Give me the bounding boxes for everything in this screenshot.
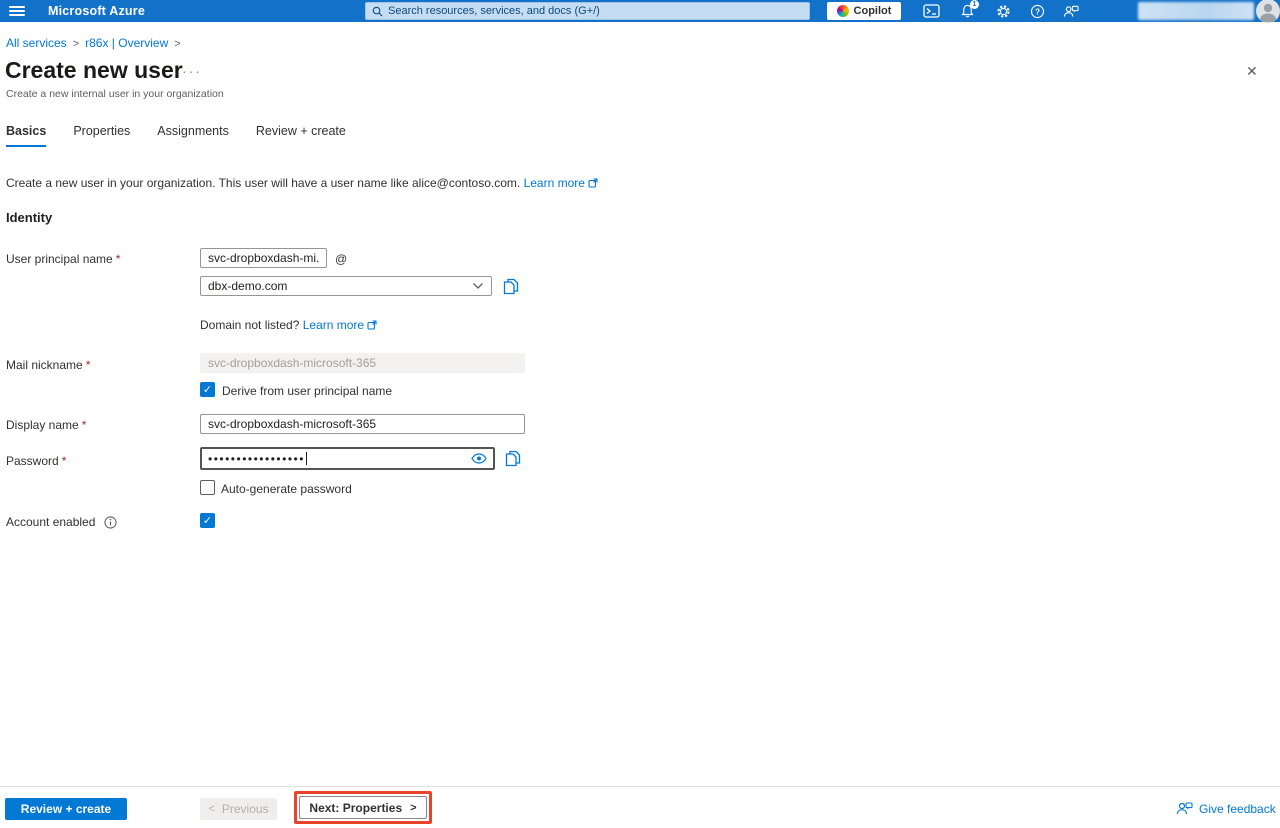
notifications-button[interactable]: 1 xyxy=(952,0,982,22)
chevron-down-icon xyxy=(472,282,484,290)
intro-learn-more-link[interactable]: Learn more xyxy=(524,176,585,190)
external-link-icon xyxy=(588,178,598,188)
required-asterisk: * xyxy=(82,418,87,432)
page-subtitle: Create a new internal user in your organ… xyxy=(6,88,224,100)
close-icon[interactable]: ✕ xyxy=(1246,63,1258,80)
feedback-person-icon xyxy=(1176,801,1193,816)
tab-basics[interactable]: Basics xyxy=(6,124,46,147)
check-icon: ✓ xyxy=(203,383,212,396)
settings-button[interactable] xyxy=(988,0,1018,22)
password-input[interactable]: ••••••••••••••••• xyxy=(200,447,495,470)
eye-icon xyxy=(471,453,487,464)
copy-password-button[interactable] xyxy=(505,450,521,472)
copy-icon xyxy=(503,278,519,295)
svg-text:?: ? xyxy=(1035,7,1040,16)
account-enabled-label: Account enabled xyxy=(6,515,95,529)
show-password-button[interactable] xyxy=(471,453,487,464)
feedback-person-icon xyxy=(1063,4,1079,19)
page-title: Create new user xyxy=(5,57,183,84)
hamburger-menu-icon[interactable] xyxy=(9,4,25,18)
azure-brand-title[interactable]: Microsoft Azure xyxy=(48,4,145,18)
password-label: Password* xyxy=(6,454,66,468)
wizard-tabs: Basics Properties Assignments Review + c… xyxy=(6,124,373,147)
global-search[interactable] xyxy=(365,2,810,20)
review-create-button[interactable]: Review + create xyxy=(5,798,127,820)
at-sign: @ xyxy=(335,252,347,266)
auto-generate-password-label[interactable]: Auto-generate password xyxy=(221,482,352,496)
give-feedback-link[interactable]: Give feedback xyxy=(1176,801,1276,816)
chevron-right-icon: > xyxy=(410,802,416,814)
person-icon xyxy=(1256,0,1280,23)
tab-review-create[interactable]: Review + create xyxy=(256,124,346,147)
avatar[interactable] xyxy=(1256,0,1280,23)
required-asterisk: * xyxy=(86,358,91,372)
breadcrumb-parent[interactable]: r86x | Overview xyxy=(85,36,168,50)
external-link-icon xyxy=(367,320,377,330)
copy-icon xyxy=(505,450,521,467)
footer-divider xyxy=(0,786,1280,787)
required-asterisk: * xyxy=(62,454,67,468)
notification-badge: 1 xyxy=(970,0,979,9)
copilot-button[interactable]: Copilot xyxy=(827,2,901,20)
tab-properties[interactable]: Properties xyxy=(73,124,130,147)
more-options-icon[interactable]: ··· xyxy=(182,63,202,79)
display-name-label: Display name* xyxy=(6,418,86,432)
required-asterisk: * xyxy=(116,252,121,266)
search-icon xyxy=(372,6,383,17)
info-icon[interactable] xyxy=(104,516,117,534)
tab-assignments[interactable]: Assignments xyxy=(157,124,229,147)
cloud-shell-button[interactable] xyxy=(916,0,946,22)
domain-help-text: Domain not listed? Learn more xyxy=(200,318,377,333)
check-icon: ✓ xyxy=(203,514,212,527)
search-input[interactable] xyxy=(388,5,803,17)
copy-upn-button[interactable] xyxy=(503,278,519,300)
breadcrumb-all-services[interactable]: All services xyxy=(6,36,67,50)
mail-nickname-label: Mail nickname* xyxy=(6,358,90,372)
feedback-button[interactable] xyxy=(1056,0,1086,22)
password-masked-value: ••••••••••••••••• xyxy=(208,452,305,466)
terminal-icon xyxy=(923,4,940,18)
display-name-input[interactable] xyxy=(200,414,525,434)
help-icon: ? xyxy=(1030,4,1045,19)
breadcrumb-separator: > xyxy=(73,38,79,50)
copilot-icon xyxy=(837,5,849,17)
auto-generate-password-checkbox[interactable] xyxy=(200,480,215,495)
derive-from-upn-checkbox[interactable]: ✓ xyxy=(200,382,215,397)
next-properties-button[interactable]: Next: Properties > xyxy=(299,796,427,819)
gear-icon xyxy=(996,4,1011,19)
upn-input[interactable] xyxy=(200,248,327,268)
account-enabled-checkbox[interactable]: ✓ xyxy=(200,513,215,528)
intro-text: Create a new user in your organization. … xyxy=(6,176,598,191)
breadcrumb: All services > r86x | Overview > xyxy=(6,36,187,50)
domain-select[interactable]: dbx-demo.com xyxy=(200,276,492,296)
annotation-highlight-box: Next: Properties > xyxy=(294,791,432,824)
breadcrumb-separator: > xyxy=(174,38,180,50)
upn-label: User principal name* xyxy=(6,252,120,266)
identity-section-heading: Identity xyxy=(6,210,52,225)
domain-learn-more-link[interactable]: Learn more xyxy=(303,318,364,332)
top-nav-bar: Microsoft Azure Copilot 1 xyxy=(0,0,1280,22)
derive-from-upn-label[interactable]: Derive from user principal name xyxy=(222,384,392,398)
account-name-redacted xyxy=(1138,2,1254,20)
text-cursor xyxy=(306,452,307,465)
help-button[interactable]: ? xyxy=(1022,0,1052,22)
mail-nickname-input xyxy=(200,353,525,373)
previous-button[interactable]: < Previous xyxy=(200,798,277,820)
chevron-left-icon: < xyxy=(208,803,214,815)
